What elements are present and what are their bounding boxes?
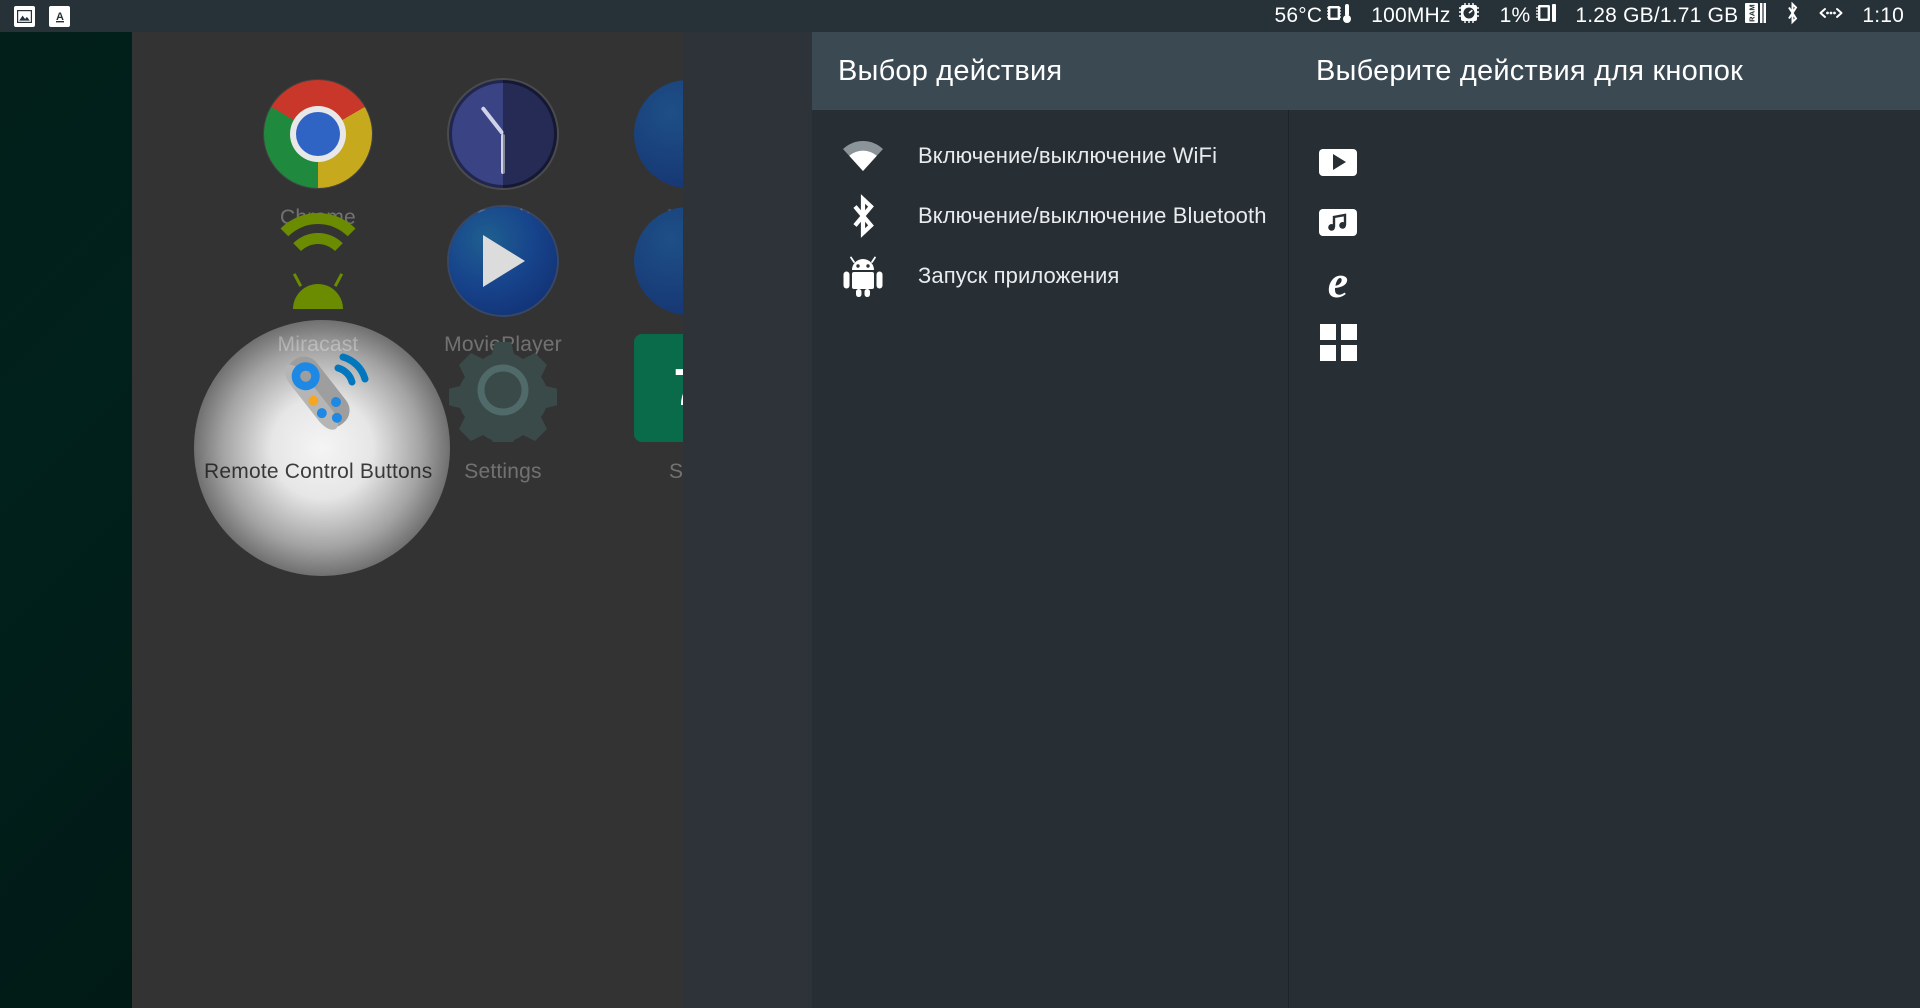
button-row-video[interactable] <box>1316 132 1920 192</box>
status-bar-notifications: A <box>0 5 70 27</box>
internet-explorer-icon: e <box>1316 256 1360 307</box>
app-label: Remote Control Buttons <box>204 460 432 483</box>
pane-divider <box>1288 110 1289 1008</box>
cpu-frequency-indicator: 100MHz <box>1371 1 1481 31</box>
clock-icon <box>449 80 557 188</box>
movieplayer-icon <box>449 207 557 315</box>
temperature-indicator: 56°C <box>1274 1 1353 31</box>
button-list-title: Выберите действия для кнопок <box>1316 54 1744 87</box>
action-list-header: Выбор действия <box>812 32 1288 110</box>
status-bar: A 56°C 100MHz 1% 1.28 GB/1.71 GB RAM 1:1… <box>0 0 1920 32</box>
button-list-pane: Выберите действия для кнопок e <box>1288 32 1920 1008</box>
cpu-speed-icon <box>1456 1 1482 31</box>
cpu-load-indicator: 1% <box>1500 1 1558 31</box>
option-label: Запуск приложения <box>918 263 1120 288</box>
button-list-header: Выберите действия для кнопок <box>1288 32 1920 110</box>
button-row-apps[interactable] <box>1316 312 1920 372</box>
button-icon-list: e <box>1288 110 1920 372</box>
bluetooth-status-icon <box>1785 1 1800 31</box>
network-status-icon <box>1818 1 1844 31</box>
button-row-browser[interactable]: e <box>1316 252 1920 312</box>
wifi-icon <box>838 134 888 178</box>
remote-control-icon <box>264 334 372 442</box>
chrome-icon <box>264 80 372 188</box>
apps-grid-icon <box>1316 320 1360 364</box>
ram-indicator: 1.28 GB/1.71 GB RAM <box>1575 1 1767 31</box>
cpu-load-value: 1% <box>1499 4 1531 27</box>
button-row-music[interactable] <box>1316 192 1920 252</box>
svg-text:RAM: RAM <box>1748 4 1757 22</box>
ram-icon: RAM <box>1743 1 1767 31</box>
option-label: Включение/выключение WiFi <box>918 143 1218 168</box>
dialog-title: Выбор действия <box>838 54 1063 87</box>
option-launch-app[interactable]: Запуск приложения <box>812 246 1288 306</box>
action-option-list: Включение/выключение WiFi Включение/выкл… <box>812 110 1288 306</box>
thermometer-icon <box>1327 1 1353 31</box>
settings-gear-icon <box>449 334 557 442</box>
bluetooth-icon <box>838 194 888 238</box>
video-play-icon <box>1316 140 1360 184</box>
ram-value: 1.28 GB/1.71 GB <box>1575 4 1739 27</box>
cpu-frequency-value: 100MHz <box>1371 4 1451 27</box>
action-chooser-dialog: Выбор действия Включение/выключение WiFi <box>812 32 1920 1008</box>
image-notification-icon[interactable] <box>14 5 35 27</box>
internet-explorer-glyph: e <box>1327 256 1349 307</box>
app-item-remote-control-buttons[interactable]: Remote Control Buttons <box>204 334 432 484</box>
option-bluetooth-toggle[interactable]: Включение/выключение Bluetooth <box>812 186 1288 246</box>
miracast-icon <box>264 207 372 315</box>
screen-root: A 56°C 100MHz 1% 1.28 GB/1.71 GB RAM 1:1… <box>0 0 1920 1008</box>
wallpaper-left-panel <box>0 32 132 1008</box>
option-label: Включение/выключение Bluetooth <box>918 203 1267 228</box>
temperature-value: 56°C <box>1274 4 1323 27</box>
cpu-chip-icon <box>1535 1 1557 31</box>
action-list-pane: Выбор действия Включение/выключение WiFi <box>812 32 1288 1008</box>
clock-value: 1:10 <box>1862 4 1904 27</box>
option-wifi-toggle[interactable]: Включение/выключение WiFi <box>812 126 1288 186</box>
music-note-icon <box>1316 200 1360 244</box>
input-method-icon[interactable]: A <box>49 5 70 27</box>
status-bar-indicators: 56°C 100MHz 1% 1.28 GB/1.71 GB RAM 1:10 <box>1274 1 1920 31</box>
android-robot-icon <box>838 254 888 298</box>
